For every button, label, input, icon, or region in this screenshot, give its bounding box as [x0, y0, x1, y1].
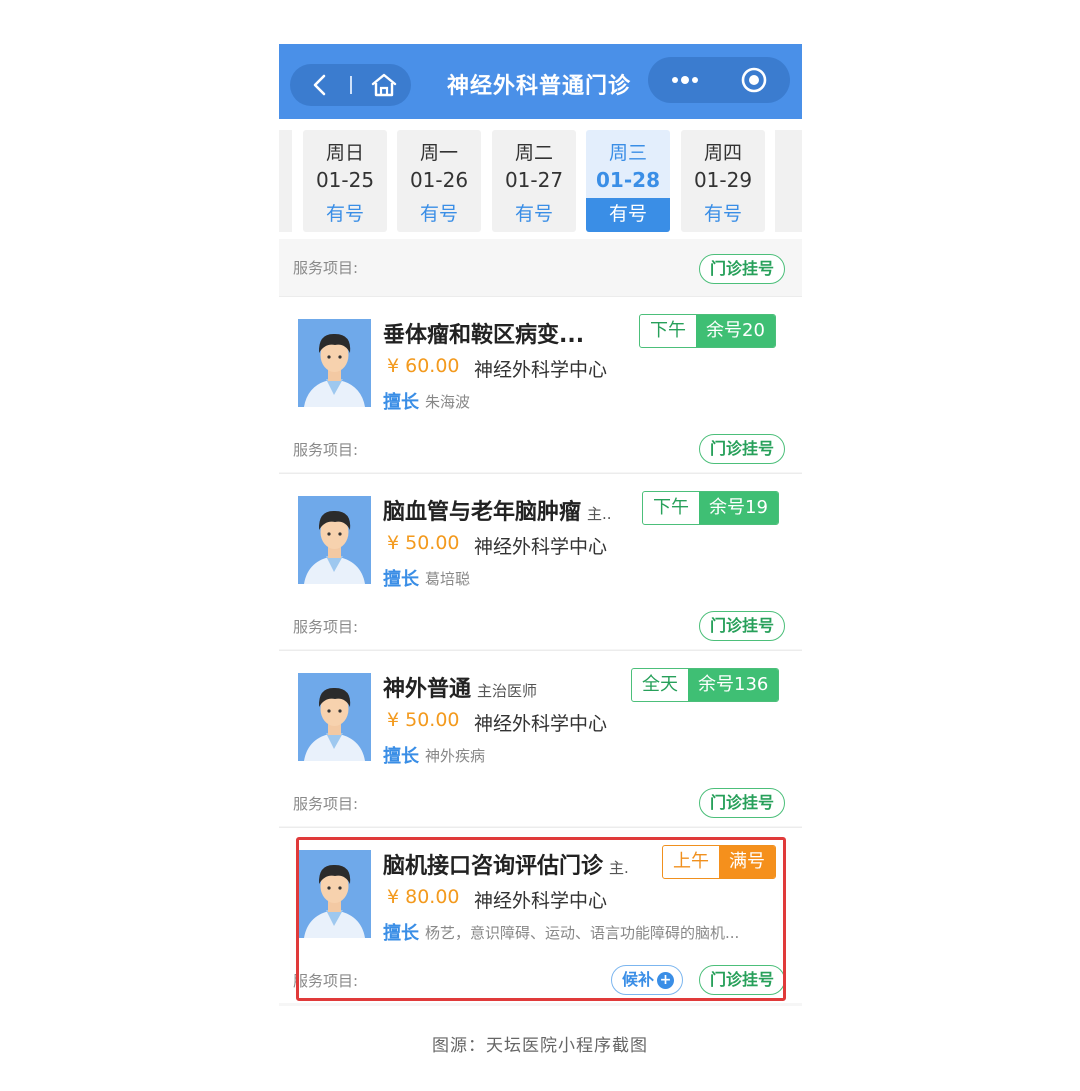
doctor-avatar-icon — [298, 319, 371, 407]
date-tab-date: 01-28 — [596, 168, 660, 192]
fee: ¥ 60.00 — [387, 355, 460, 377]
date-tab-0126[interactable]: 周一 01-26 有号 — [397, 130, 481, 232]
fee: ¥ 50.00 — [387, 532, 460, 554]
date-tab-status: 有号 — [325, 203, 364, 225]
slot-badge[interactable]: 下午 余号19 — [642, 491, 779, 525]
slot-badge-full[interactable]: 上午 满号 — [662, 845, 776, 879]
doctor-title-text: 神外普通 — [383, 677, 472, 702]
doctor-title: 垂体瘤和鞍区病变... — [383, 317, 584, 349]
date-tab-weekday: 周一 — [419, 142, 458, 164]
date-tab-0127[interactable]: 周二 01-27 有号 — [492, 130, 576, 232]
doctor-title-text: 脑血管与老年脑肿瘤 — [383, 500, 582, 525]
fee: ¥ 50.00 — [387, 709, 460, 731]
doctor-role: 主治医师 — [477, 682, 538, 700]
department: 神经外科学中心 — [474, 359, 608, 381]
slot-badge[interactable]: 下午 余号20 — [639, 314, 776, 348]
doctor-card[interactable]: 脑血管与老年脑肿瘤 主.. ¥ 50.00 神经外科学中心 擅长 葛培聪 下午 余… — [279, 473, 802, 649]
service-label: 服务项目: — [293, 618, 359, 636]
more-icon[interactable] — [662, 65, 708, 95]
specialty-label: 擅长 — [383, 746, 419, 767]
doctor-title-text: 垂体瘤和鞍区病变... — [383, 323, 585, 348]
capsule-divider — [350, 76, 352, 94]
image-caption: 图源：天坛医院小程序截图 — [432, 1036, 648, 1056]
date-tab-date: 01-25 — [315, 168, 375, 192]
date-tab-weekday: 周四 — [703, 142, 742, 164]
specialty-text: 朱海波 — [425, 393, 471, 411]
specialty-label: 擅长 — [383, 923, 419, 944]
service-label: 服务项目: — [293, 259, 359, 277]
slot-period: 全天 — [642, 674, 678, 695]
register-button[interactable]: 门诊挂号 — [699, 611, 786, 641]
nav-capsule-right — [648, 57, 790, 103]
date-tab-date: 01-27 — [504, 168, 564, 192]
specialty-text: 葛培聪 — [425, 570, 471, 588]
register-button[interactable]: 门诊挂号 — [699, 788, 786, 818]
date-tab-partial-left[interactable] — [279, 130, 292, 232]
slot-period: 下午 — [653, 497, 689, 518]
register-button[interactable]: 门诊挂号 — [699, 965, 786, 995]
specialty-label: 擅长 — [383, 569, 419, 590]
back-icon[interactable] — [308, 72, 334, 98]
department: 神经外科学中心 — [474, 536, 608, 558]
doctor-title-text: 脑机接口咨询评估门诊 — [383, 854, 604, 879]
date-tab-0129[interactable]: 周四 01-29 有号 — [681, 130, 765, 232]
date-tab-0125[interactable]: 周日 01-25 有号 — [303, 130, 387, 232]
plus-icon: + — [657, 972, 675, 989]
register-button[interactable]: 门诊挂号 — [699, 434, 786, 464]
date-tab-partial-right[interactable] — [775, 130, 802, 232]
department: 神经外科学中心 — [474, 713, 608, 735]
doctor-title: 神外普通 主治医师 — [383, 671, 537, 703]
doctor-role: 主. — [609, 859, 629, 877]
date-tab-0128-selected[interactable]: 周三 01-28 有号 — [586, 130, 670, 232]
doctor-card[interactable]: 神外普通 主治医师 ¥ 50.00 神经外科学中心 擅长 神外疾病 全天 余号13… — [279, 650, 802, 826]
slot-remaining: 满号 — [719, 846, 775, 878]
slot-remaining: 余号136 — [688, 669, 779, 701]
register-button[interactable]: 门诊挂号 — [699, 254, 786, 284]
doctor-avatar-icon — [298, 850, 371, 938]
date-tab-date: 01-29 — [693, 168, 753, 192]
department: 神经外科学中心 — [474, 890, 608, 912]
date-tab-status: 有号 — [703, 203, 742, 225]
doctor-avatar-icon — [298, 673, 371, 761]
slot-period: 上午 — [673, 851, 709, 872]
slot-remaining: 余号20 — [696, 315, 775, 347]
specialty-text: 神外疾病 — [425, 747, 486, 765]
date-tab-status: 有号 — [586, 198, 670, 232]
doctor-card[interactable]: 垂体瘤和鞍区病变... ¥ 60.00 神经外科学中心 擅长 朱海波 下午 余号… — [279, 296, 802, 472]
date-tab-status: 有号 — [514, 203, 553, 225]
home-icon[interactable] — [370, 72, 398, 98]
doctor-title: 脑机接口咨询评估门诊 主. — [383, 848, 629, 880]
specialty-label: 擅长 — [383, 392, 419, 413]
fee: ¥ 80.00 — [387, 886, 460, 908]
mini-program-screen: 神经外科普通门诊 周日 01-25 有号 周一 01-26 有号 周二 01-2… — [279, 44, 802, 1006]
doctor-avatar-icon — [298, 496, 371, 584]
service-label: 服务项目: — [293, 795, 359, 813]
nav-capsule-left — [290, 64, 411, 106]
slot-badge[interactable]: 全天 余号136 — [631, 668, 780, 702]
service-row: 服务项目: 门诊挂号 — [279, 239, 802, 295]
doctor-role: 主.. — [587, 505, 612, 523]
date-tab-weekday: 周三 — [608, 142, 647, 164]
date-tabs: 周日 01-25 有号 周一 01-26 有号 周二 01-27 有号 周三 0… — [279, 119, 802, 239]
slot-remaining: 余号19 — [699, 492, 778, 524]
waitlist-button[interactable]: 候补 + — [611, 965, 684, 995]
service-label: 服务项目: — [293, 972, 359, 990]
page-title: 神经外科普通门诊 — [446, 74, 631, 99]
date-tab-status: 有号 — [419, 203, 458, 225]
close-target-icon[interactable] — [740, 66, 768, 94]
doctor-title: 脑血管与老年脑肿瘤 主.. — [383, 494, 612, 526]
date-tab-weekday: 周二 — [514, 142, 553, 164]
nav-header: 神经外科普通门诊 — [279, 44, 802, 119]
date-tab-date: 01-26 — [409, 168, 469, 192]
waitlist-label: 候补 — [622, 970, 655, 989]
doctor-card-highlighted[interactable]: 脑机接口咨询评估门诊 主. ¥ 80.00 神经外科学中心 擅长 杨艺，意识障碍、… — [279, 827, 802, 1003]
date-tab-weekday: 周日 — [325, 142, 364, 164]
slot-period: 下午 — [650, 320, 686, 341]
specialty-text: 杨艺，意识障碍、运动、语言功能障碍的脑机... — [425, 924, 740, 942]
service-label: 服务项目: — [293, 441, 359, 459]
